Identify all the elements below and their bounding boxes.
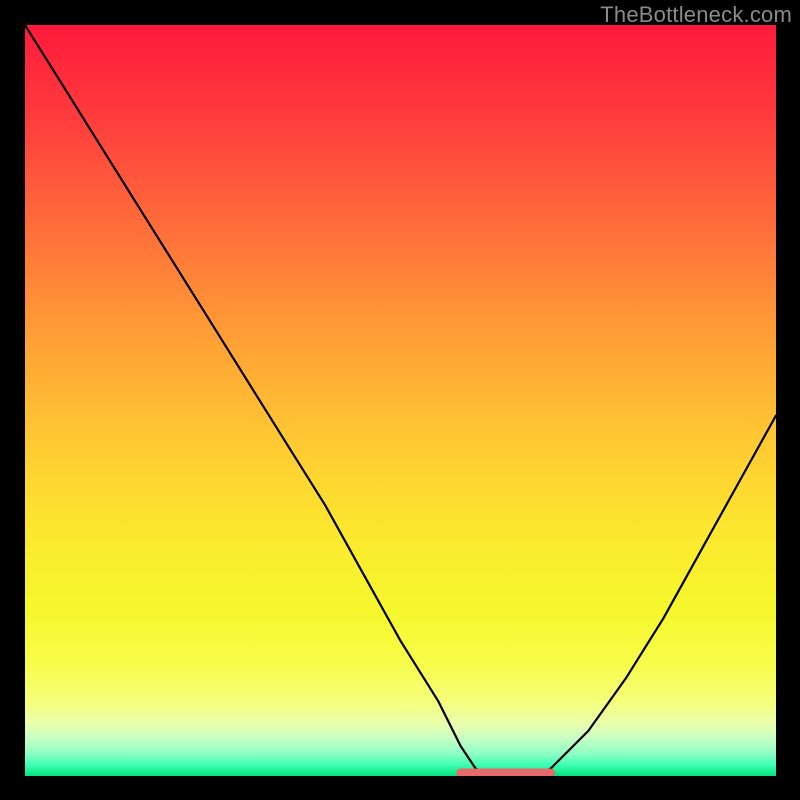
curve-path [25,25,776,776]
chart-frame: TheBottleneck.com [0,0,800,800]
chart-svg [25,25,776,776]
plot-area [25,25,776,776]
